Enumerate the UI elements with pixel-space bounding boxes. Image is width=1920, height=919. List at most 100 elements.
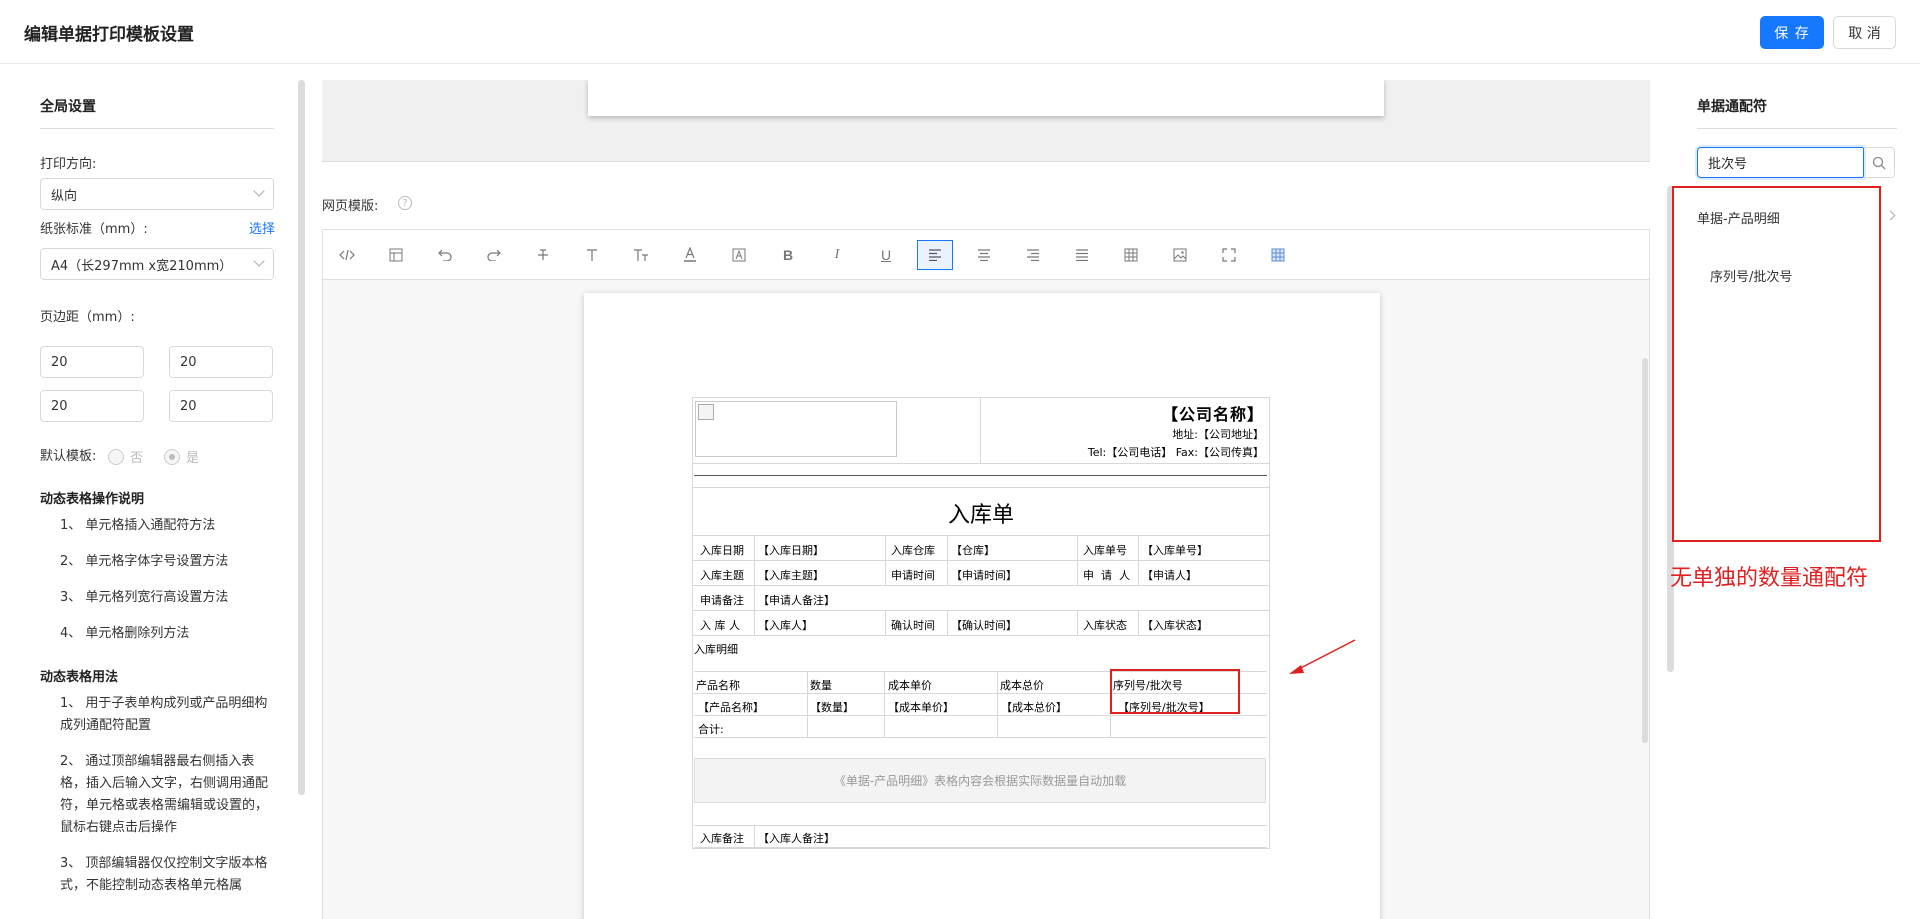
help-link-delete-column[interactable]: 4、 单元格删除列方法 [60,623,275,645]
font-family-icon[interactable] [574,240,610,270]
annotation-highlight-serial-column [1110,669,1240,714]
grid-line [885,535,886,585]
preview-strip [322,80,1650,162]
grid-line [1077,610,1078,635]
divider [40,128,274,129]
remark-wildcard[interactable]: 【入库人备注】 [758,830,835,846]
undo-icon[interactable] [427,240,463,270]
field-wildcard[interactable]: 【申请时间】 [951,567,1017,583]
field-label: 入库仓库 [891,544,935,557]
margin-bottom-input[interactable]: 20 [169,346,273,378]
orientation-select[interactable]: 纵向 [40,178,274,210]
template-editor-area: 网页模版: ? B I U 【公司名称】 地址:【公司地址】 Tel:【公司电话… [322,80,1652,919]
global-settings-title: 全局设置 [40,99,96,115]
grid-line [1077,535,1078,585]
field-label: 入库日期 [700,544,744,557]
field-label: 确认时间 [891,619,935,632]
grid-line [997,671,998,737]
field-wildcard[interactable]: 【申请人】 [1142,567,1197,583]
paper-size-select[interactable]: A4（长297mm x宽210mm） [40,248,274,280]
cancel-button[interactable]: 取 消 [1833,16,1896,49]
company-name: 【公司名称】 [1161,405,1264,424]
left-scrollbar[interactable] [298,80,305,795]
underline-icon[interactable]: U [868,240,904,270]
source-code-icon[interactable] [329,240,365,270]
chevron-down-icon [253,185,265,197]
margin-top-input[interactable]: 20 [40,346,144,378]
detail-header: 成本单价 [888,679,932,692]
template-layout-icon[interactable] [378,240,414,270]
paper-select-link[interactable]: 选择 [249,218,275,237]
remark-label: 入库备注 [700,832,744,845]
dynamic-table-ops-title: 动态表格操作说明 [40,492,145,507]
grid-line [1138,535,1139,585]
field-wildcard[interactable]: 【入库状态】 [1142,617,1208,633]
grid-line [692,535,1270,536]
global-settings-panel: 全局设置 打印方向: 纵向 纸张标准（mm）: 选择 A4（长297mm x宽2… [40,80,275,919]
grid-line [694,825,1267,826]
company-logo-image[interactable] [695,401,897,457]
header-rule [694,475,1267,476]
field-label: 申 请 人 [1083,569,1130,582]
detail-wildcard[interactable]: 【数量】 [810,699,854,715]
help-link-column-width[interactable]: 3、 单元格列宽行高设置方法 [60,587,275,609]
fullscreen-icon[interactable] [1211,240,1247,270]
field-label: 申请时间 [891,569,935,582]
align-left-icon[interactable] [917,240,953,270]
field-wildcard[interactable]: 【入库主题】 [758,567,824,583]
dynamic-table-icon[interactable] [1260,240,1296,270]
bold-icon[interactable]: B [770,240,806,270]
help-link-insert-wildcard[interactable]: 1、 单元格插入通配符方法 [60,515,275,537]
grid-line [692,635,1270,636]
font-size-icon[interactable] [623,240,659,270]
wildcard-panel-title: 单据通配符 [1697,99,1767,115]
annotation-arrow-icon [1289,639,1356,674]
chevron-down-icon [253,255,265,267]
strikethrough-icon[interactable] [525,240,561,270]
grid-line [692,487,1270,488]
image-icon[interactable] [1162,240,1198,270]
grid-line [980,397,981,463]
default-no-radio[interactable]: 否 [108,447,143,466]
background-color-icon[interactable] [721,240,757,270]
redo-icon[interactable] [476,240,512,270]
field-wildcard[interactable]: 【确认时间】 [951,617,1017,633]
field-wildcard[interactable]: 【入库日期】 [758,542,824,558]
help-icon[interactable]: ? [398,196,412,210]
grid-line [754,825,755,847]
align-center-icon[interactable] [966,240,1002,270]
print-template-page[interactable]: 【公司名称】 地址:【公司地址】 Tel:【公司电话】 Fax:【公司传真】 入… [584,293,1380,919]
detail-section-label: 入库明细 [694,643,738,656]
default-no-label: 否 [130,451,144,466]
font-color-icon[interactable] [672,240,708,270]
field-label: 入 库 人 [700,619,740,632]
dynamic-table-usage-title: 动态表格用法 [40,670,119,685]
field-wildcard[interactable]: 【申请人备注】 [758,592,835,608]
detail-header: 产品名称 [696,679,740,692]
margin-right-input[interactable]: 20 [169,390,273,422]
save-button[interactable]: 保 存 [1760,16,1824,49]
table-icon[interactable] [1113,240,1149,270]
field-wildcard[interactable]: 【仓库】 [951,542,995,558]
grid-line [807,671,808,737]
editor-scrollbar[interactable] [1642,358,1648,743]
italic-icon[interactable]: I [819,240,855,270]
align-right-icon[interactable] [1015,240,1051,270]
detail-wildcard[interactable]: 【成本总价】 [1001,699,1067,715]
default-yes-radio[interactable]: 是 [164,447,199,466]
help-link-font-size[interactable]: 2、 单元格字体字号设置方法 [60,551,275,573]
detail-wildcard[interactable]: 【产品名称】 [698,699,764,715]
document-title: 入库单 [947,503,1014,528]
chevron-right-icon[interactable] [1885,210,1896,221]
field-wildcard[interactable]: 【入库人】 [758,617,813,633]
search-icon[interactable] [1863,147,1895,178]
wildcard-search-input[interactable]: 批次号 [1697,147,1864,178]
field-label: 入库状态 [1083,619,1127,632]
radio-circle-icon [108,448,124,465]
detail-wildcard[interactable]: 【成本单价】 [888,699,954,715]
justify-icon[interactable] [1064,240,1100,270]
field-wildcard[interactable]: 【入库单号】 [1142,542,1208,558]
margin-left-input[interactable]: 20 [40,390,144,422]
top-bar: 编辑单据打印模板设置 保 存 取 消 [0,0,1920,64]
detail-header: 成本总价 [1000,679,1044,692]
